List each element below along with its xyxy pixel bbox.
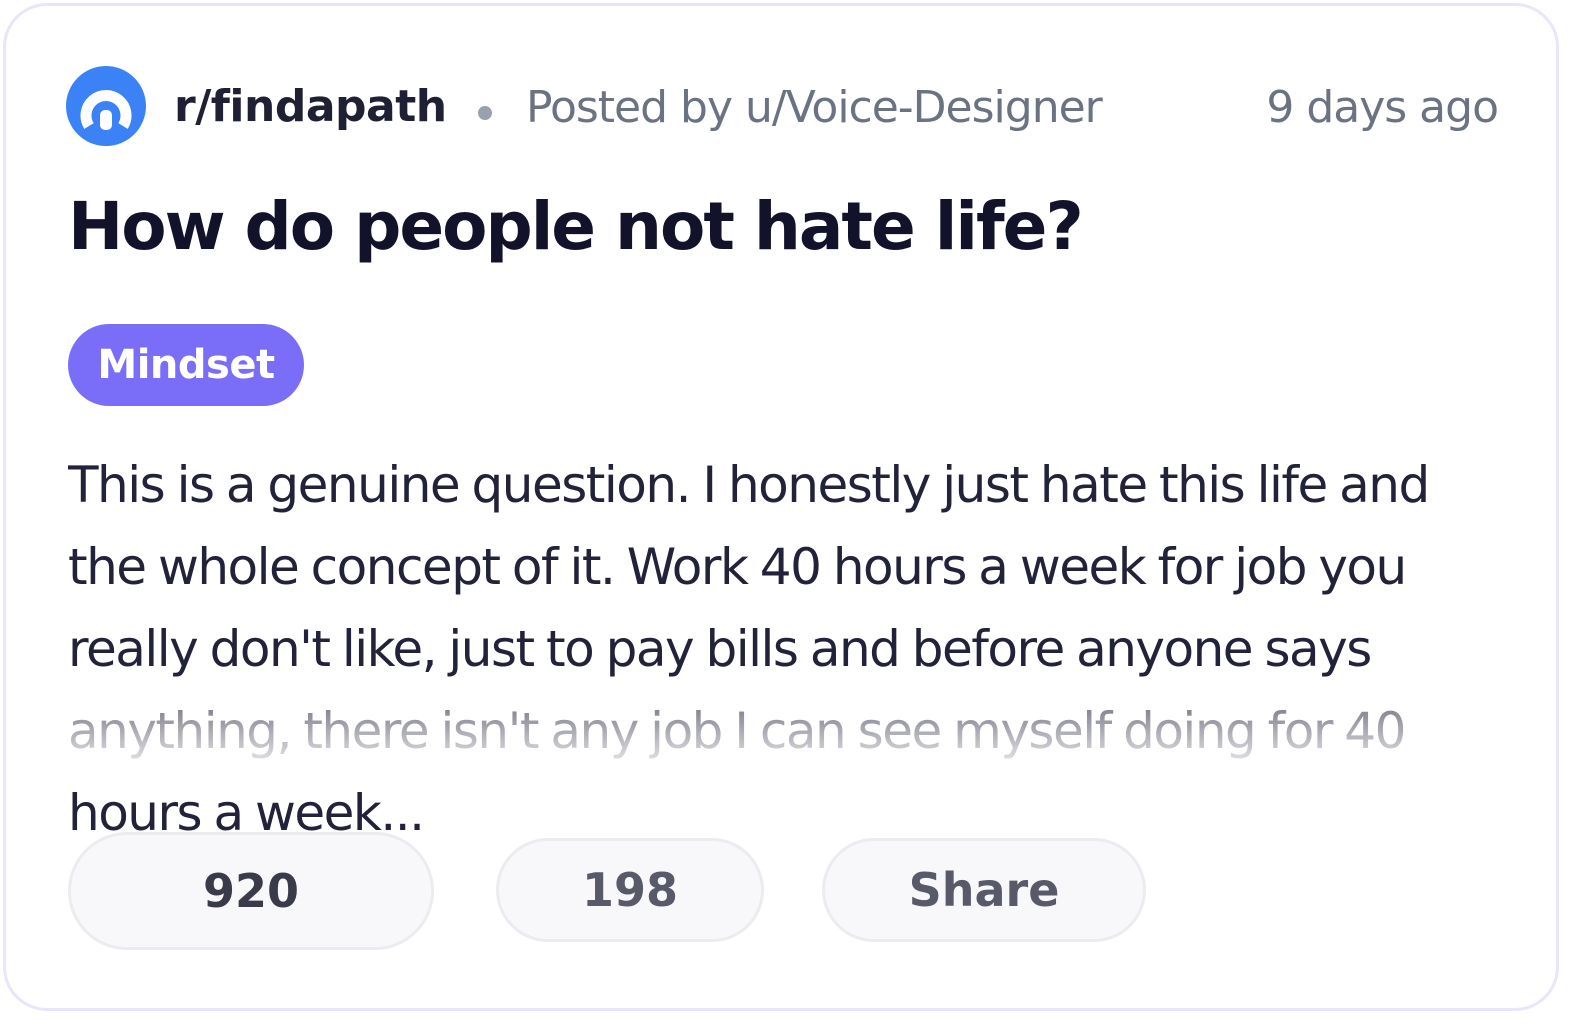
post-body: This is a genuine question. I honestly j… xyxy=(68,456,1430,832)
comment-count: 198 xyxy=(581,863,679,917)
flair-tag[interactable]: Mindset xyxy=(68,324,304,406)
share-button[interactable]: Share xyxy=(822,838,1146,942)
posted-by[interactable]: Posted by u/Voice-Designer xyxy=(526,82,1103,133)
comments-button[interactable]: 198 xyxy=(496,838,764,942)
separator-dot xyxy=(478,106,492,120)
share-label: Share xyxy=(908,863,1060,917)
subreddit-name[interactable]: r/findapath xyxy=(174,81,447,132)
post-timestamp: 9 days ago xyxy=(1266,82,1499,133)
upvote-count: 920 xyxy=(202,864,300,918)
post-title[interactable]: How do people not hate life? xyxy=(68,188,1084,265)
upvote-button[interactable]: 920 xyxy=(68,832,434,950)
post-header: r/findapath Posted by u/Voice-Designer 9… xyxy=(66,66,1506,150)
subreddit-logo-icon xyxy=(80,90,132,130)
subreddit-avatar[interactable] xyxy=(66,66,146,146)
